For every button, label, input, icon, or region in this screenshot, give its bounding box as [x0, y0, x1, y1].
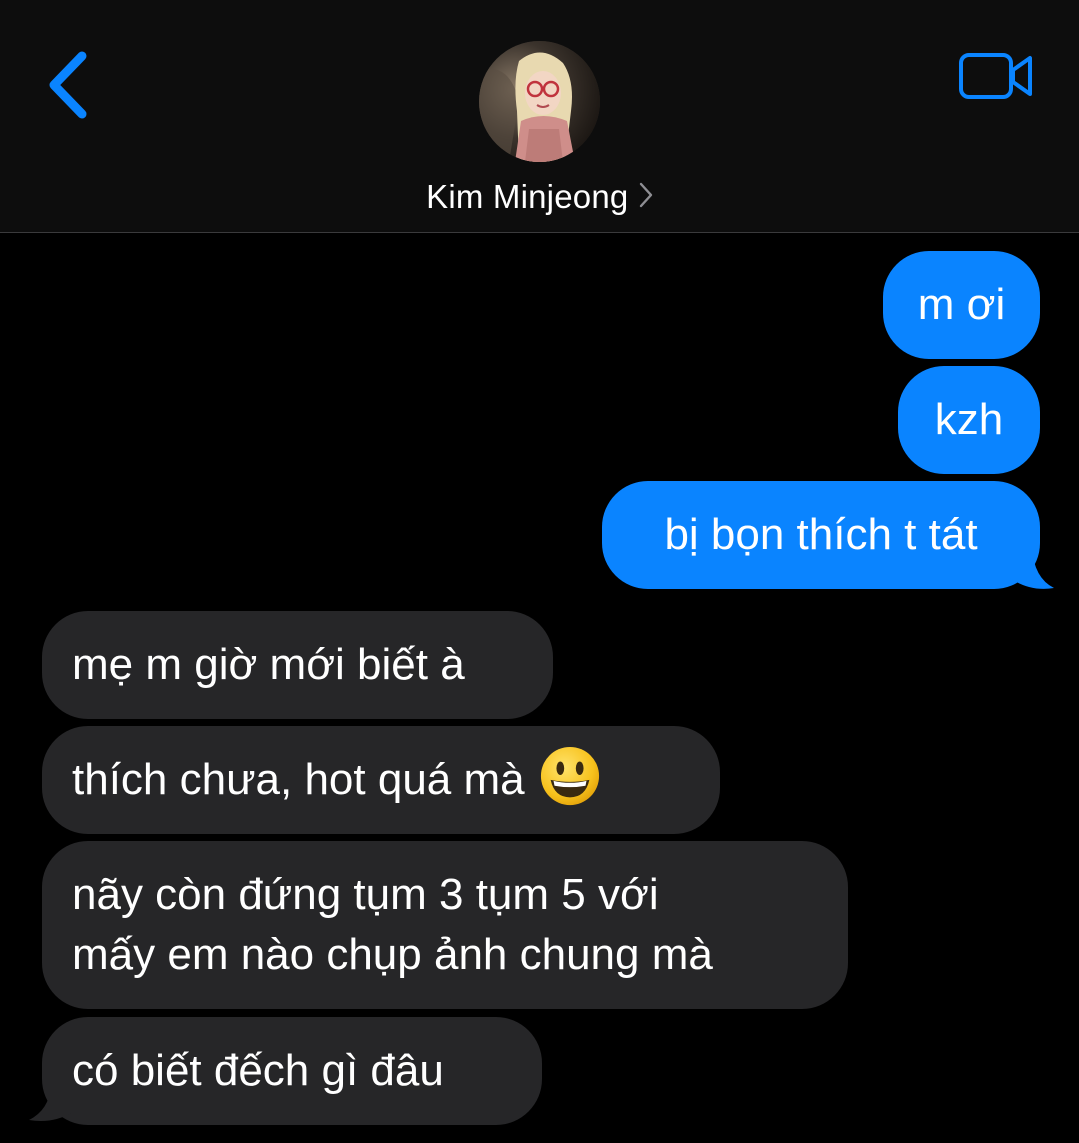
chevron-right-icon [639, 182, 653, 208]
video-call-button[interactable] [956, 50, 1036, 102]
sent-bubble-tail [1010, 548, 1054, 589]
message-text-line: mấy em nào chụp ảnh chung mà [72, 930, 713, 979]
conversation-header: Kim Minjeong [0, 0, 1079, 233]
received-message-bubble[interactable]: có biết đếch gì đâu [42, 1017, 542, 1125]
avatar-photo [479, 41, 600, 162]
message-text: kzh [934, 395, 1004, 444]
received-message-bubble[interactable]: mẹ m giờ mới biết à [42, 611, 553, 719]
sent-message-bubble[interactable]: bị bọn thích t tát [602, 481, 1040, 589]
message-text: thích chưa, hot quá mà [72, 755, 525, 804]
contact-name-button[interactable]: Kim Minjeong [0, 178, 1079, 216]
sent-message-bubble[interactable]: kzh [898, 366, 1040, 474]
received-message-bubble[interactable]: nãy còn đứng tụm 3 tụm 5 với mấy em nào … [42, 841, 848, 1009]
video-camera-icon [959, 53, 1032, 99]
contact-avatar[interactable] [479, 41, 600, 162]
contact-name: Kim Minjeong [426, 178, 629, 215]
message-text-line: nãy còn đứng tụm 3 tụm 5 với [72, 870, 659, 919]
received-message-bubble[interactable]: thích chưa, hot quá mà [42, 726, 720, 834]
message-text: mẹ m giờ mới biết à [72, 640, 465, 689]
message-text: bị bọn thích t tát [664, 510, 978, 559]
received-bubble-tail [29, 1086, 73, 1121]
sent-message-bubble[interactable]: m ơi [883, 251, 1040, 359]
message-text: có biết đếch gì đâu [72, 1046, 444, 1095]
message-text: m ơi [917, 280, 1006, 329]
chevron-left-icon [49, 51, 87, 119]
back-button[interactable] [44, 48, 94, 122]
grinning-face-emoji [540, 746, 599, 806]
